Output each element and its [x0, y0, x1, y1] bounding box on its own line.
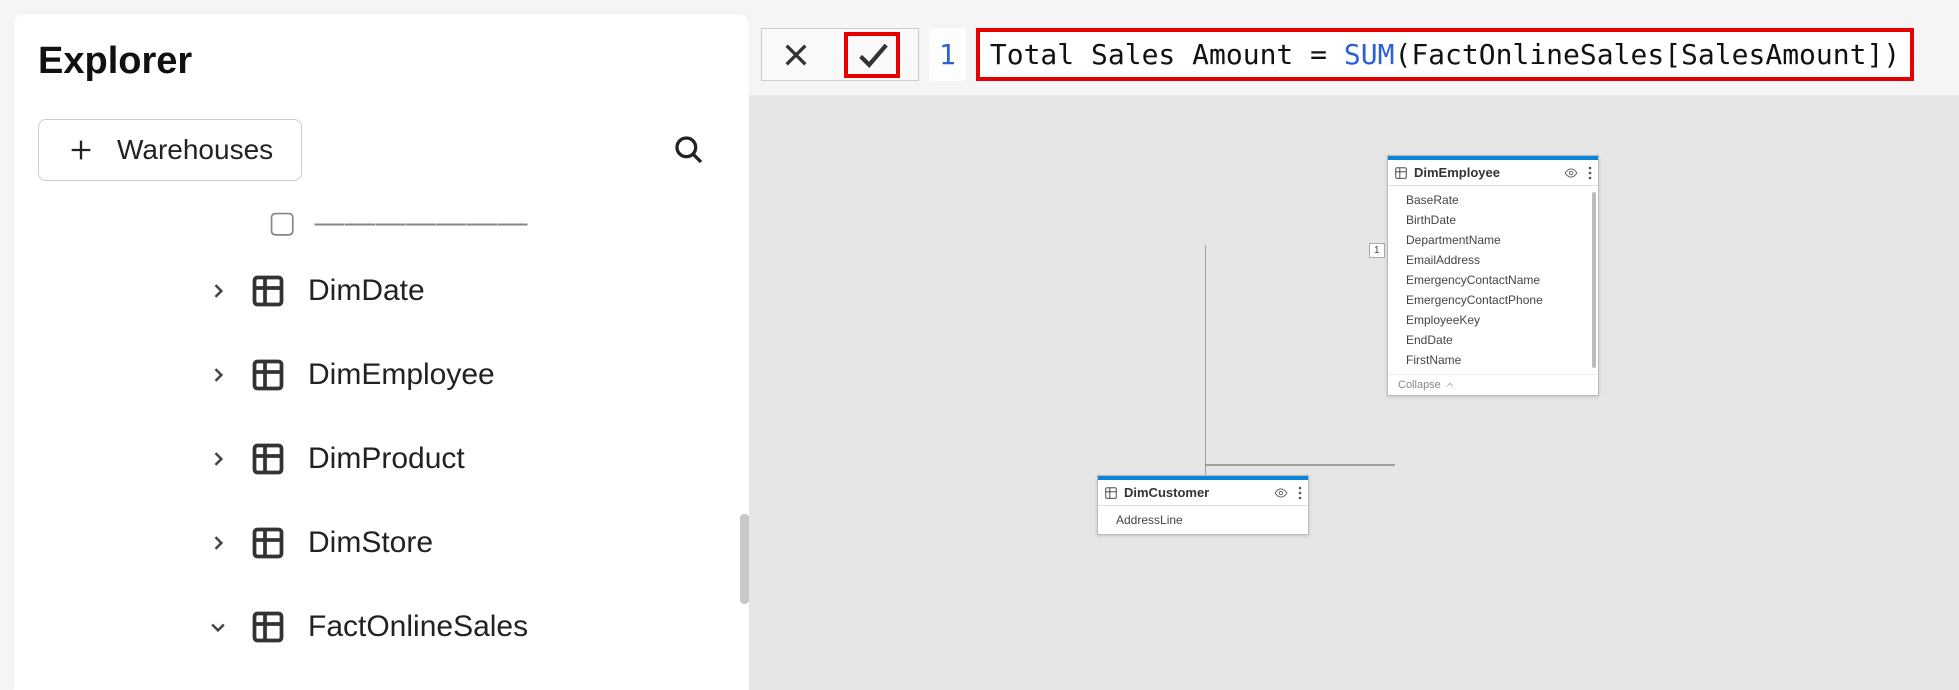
plus-icon [67, 136, 95, 164]
more-icon[interactable] [1588, 166, 1592, 180]
explorer-scrollbar[interactable] [740, 514, 749, 604]
schema-card-dimemployee[interactable]: DimEmployee BaseRate BirthDate Departmen… [1387, 155, 1599, 396]
formula-equals: = [1293, 38, 1344, 71]
formula-table-ref: FactOnlineSales [1411, 38, 1664, 71]
explorer-toolbar: Warehouses [38, 119, 725, 181]
tree-item-dimstore[interactable]: DimStore [208, 501, 725, 585]
search-icon[interactable] [673, 134, 705, 166]
tree-item-dimemployee[interactable]: DimEmployee [208, 333, 725, 417]
field-row[interactable]: BaseRate [1388, 190, 1598, 210]
model-canvas[interactable]: 1 DimEmployee BaseRate BirthDate Departm… [749, 95, 1959, 690]
schema-card-body: BaseRate BirthDate DepartmentName EmailA… [1388, 186, 1598, 374]
add-warehouse-label: Warehouses [117, 134, 273, 166]
schema-card-title: DimEmployee [1414, 165, 1500, 180]
chevron-right-icon [208, 281, 228, 301]
field-row[interactable]: EmailAddress [1388, 250, 1598, 270]
chevron-up-icon [1445, 380, 1455, 390]
schema-card-dimcustomer[interactable]: DimCustomer AddressLine [1097, 475, 1309, 535]
cancel-icon[interactable] [780, 39, 812, 71]
field-row[interactable]: AddressLine [1098, 510, 1308, 530]
formula-measure-name: Total Sales Amount [990, 38, 1293, 71]
table-icon [250, 525, 286, 561]
explorer-title: Explorer [38, 40, 725, 83]
tree-item-dimproduct[interactable]: DimProduct [208, 417, 725, 501]
formula-bar-buttons [761, 28, 919, 81]
table-icon [250, 609, 286, 645]
table-icon [1104, 486, 1118, 500]
tree-item-label: DimStore [308, 526, 433, 560]
chevron-right-icon [208, 533, 228, 553]
field-row[interactable]: BirthDate [1388, 210, 1598, 230]
chevron-right-icon [208, 365, 228, 385]
commit-icon[interactable] [852, 38, 892, 72]
schema-card-collapse[interactable]: Collapse [1388, 374, 1598, 395]
tree-item-label: DimProduct [308, 442, 465, 476]
table-icon [250, 357, 286, 393]
table-icon [1394, 166, 1408, 180]
table-icon [250, 273, 286, 309]
chevron-right-icon [208, 449, 228, 469]
formula-bar: 1 Total Sales Amount = SUM(FactOnlineSal… [749, 14, 1959, 95]
field-row[interactable]: DepartmentName [1388, 230, 1598, 250]
tree-item-factonlinesales[interactable]: FactOnlineSales [208, 585, 725, 669]
relationship-line[interactable] [1205, 245, 1395, 505]
formula-input[interactable]: Total Sales Amount = SUM(FactOnlineSales… [976, 28, 1914, 81]
formula-column-ref: SalesAmount [1681, 38, 1866, 71]
formula-col-open: [ [1664, 38, 1681, 71]
field-row[interactable]: EmergencyContactPhone [1388, 290, 1598, 310]
formula-function: SUM [1344, 38, 1395, 71]
formula-col-close: ] [1866, 38, 1883, 71]
field-row[interactable]: EmployeeKey [1388, 310, 1598, 330]
add-warehouse-button[interactable]: Warehouses [38, 119, 302, 181]
commit-button-highlight [844, 32, 900, 78]
explorer-tree: ▢ ——————— DimDate DimEmployee DimProduct [38, 205, 725, 669]
schema-card-header[interactable]: DimCustomer [1098, 476, 1308, 506]
tree-item-truncated[interactable]: ▢ ——————— [208, 205, 725, 249]
formula-args-open: ( [1394, 38, 1411, 71]
more-icon[interactable] [1298, 486, 1302, 500]
tree-item-label: DimEmployee [308, 358, 495, 392]
tree-item-label: DimDate [308, 274, 425, 308]
formula-args-close: ) [1883, 38, 1900, 71]
explorer-panel: Explorer Warehouses ▢ ——————— DimDate [14, 14, 749, 690]
formula-line-number: 1 [929, 28, 966, 81]
table-icon [250, 441, 286, 477]
field-row[interactable]: EmergencyContactName [1388, 270, 1598, 290]
tree-item-label: FactOnlineSales [308, 610, 528, 644]
schema-card-header[interactable]: DimEmployee [1388, 156, 1598, 186]
schema-card-scrollbar[interactable] [1592, 192, 1596, 368]
collapse-label: Collapse [1398, 379, 1441, 391]
tree-item-dimdate[interactable]: DimDate [208, 249, 725, 333]
field-row[interactable]: FirstName [1388, 350, 1598, 370]
visibility-icon[interactable] [1564, 166, 1578, 180]
relationship-cardinality: 1 [1369, 243, 1385, 258]
chevron-down-icon [208, 617, 228, 637]
field-row[interactable]: EndDate [1388, 330, 1598, 350]
visibility-icon[interactable] [1274, 486, 1288, 500]
editor-area: 1 Total Sales Amount = SUM(FactOnlineSal… [749, 14, 1959, 690]
schema-card-title: DimCustomer [1124, 485, 1209, 500]
schema-card-body: AddressLine [1098, 506, 1308, 534]
